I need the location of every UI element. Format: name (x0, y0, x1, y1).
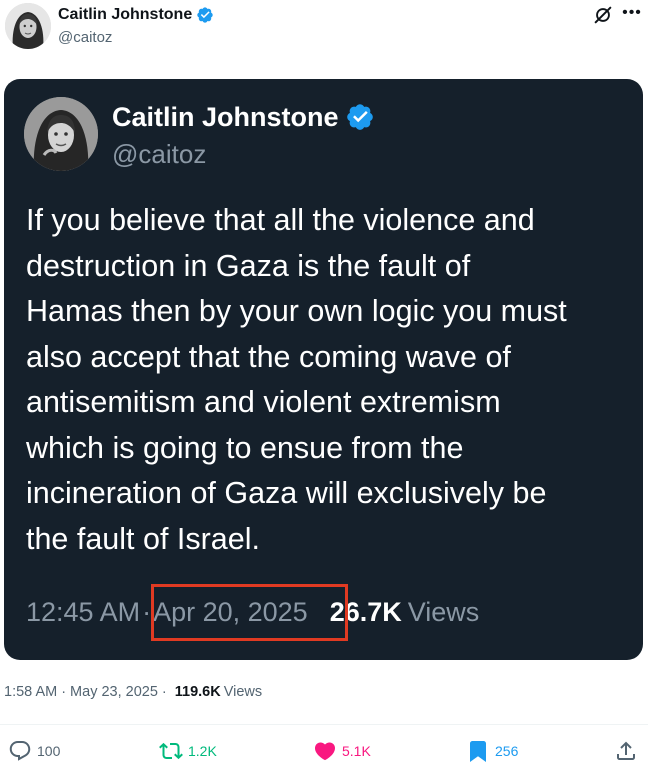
quoted-tweet-card[interactable]: Caitlin Johnstone @caitoz If you believe… (4, 79, 643, 660)
quoted-views-label: Views (407, 596, 480, 627)
tweet-date[interactable]: May 23, 2025 (70, 684, 158, 700)
more-icon[interactable]: ••• (622, 5, 642, 22)
bookmark-icon (470, 741, 486, 762)
repost-icon (159, 742, 183, 760)
repost-count: 1.2K (188, 743, 217, 759)
bookmark-button[interactable]: 256 (466, 738, 518, 764)
separator-dot: · (142, 596, 152, 627)
verified-badge-icon (346, 104, 373, 130)
quoted-author-name-row: Caitlin Johnstone (112, 99, 375, 135)
avatar[interactable] (5, 3, 51, 49)
divider (0, 724, 648, 725)
reply-icon (9, 741, 31, 761)
author-handle[interactable]: @caitoz (58, 29, 112, 46)
date-highlight-box (151, 584, 348, 641)
quoted-avatar-image (24, 97, 98, 171)
author-name-row: Caitlin Johnstone (58, 5, 214, 25)
quoted-author-name: Caitlin Johnstone (112, 101, 339, 132)
tweet-time[interactable]: 1:58 AM (4, 684, 57, 700)
like-icon (314, 742, 336, 761)
quoted-author-handle: @caitoz (112, 139, 207, 169)
share-button[interactable] (614, 738, 638, 764)
repost-button[interactable]: 1.2K (159, 738, 217, 764)
like-count: 5.1K (342, 743, 371, 759)
bookmark-count: 256 (495, 743, 519, 759)
avatar-image (5, 3, 51, 49)
views-label[interactable]: Views (224, 684, 262, 700)
verified-badge-icon (197, 7, 213, 23)
share-icon (617, 741, 635, 760)
quoted-tweet-text: If you believe that all the violence and… (26, 203, 567, 556)
tweet-meta: 1:58 AM · May 23, 2025 · 119.6K Views (4, 684, 262, 700)
grok-icon[interactable] (592, 4, 614, 26)
like-button[interactable]: 5.1K (313, 738, 371, 764)
tweet-header: Caitlin Johnstone @caitoz ••• (0, 0, 648, 60)
quoted-avatar (24, 97, 98, 171)
reply-button[interactable]: 100 (8, 738, 60, 764)
quoted-tweet-time: 12:45 AM (26, 596, 141, 627)
reply-count: 100 (37, 743, 61, 759)
views-count[interactable]: 119.6K (175, 684, 221, 700)
separator-dot: · (161, 684, 167, 700)
separator-dot: · (61, 684, 67, 700)
author-name[interactable]: Caitlin Johnstone (58, 6, 192, 24)
